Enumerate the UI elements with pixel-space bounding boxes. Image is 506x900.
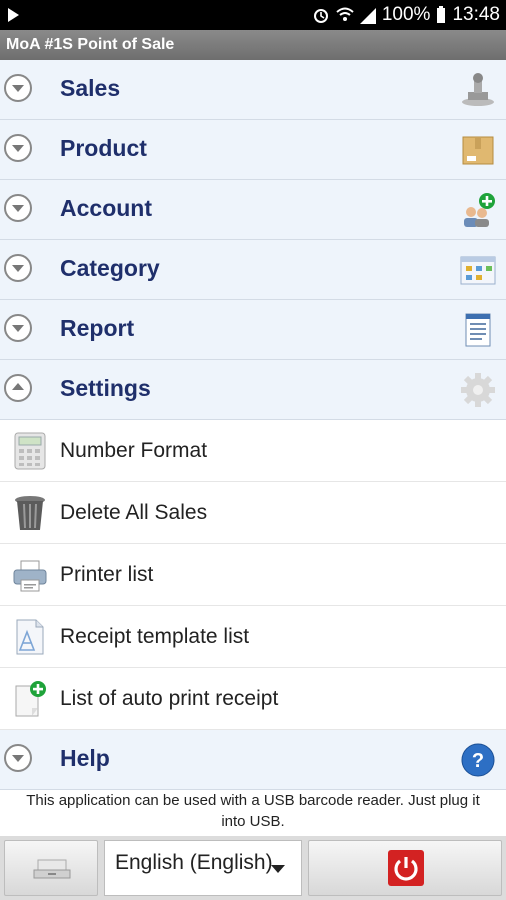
status-bar: 100% 13:48	[0, 0, 506, 30]
clock: 13:48	[452, 4, 500, 25]
users-add-icon	[464, 193, 495, 227]
app-title: MoA #1S Point of Sale	[6, 36, 175, 53]
dropdown-arrow-icon	[271, 865, 285, 873]
section-label: Product	[60, 135, 147, 161]
section-help[interactable]: Help ?	[0, 730, 506, 790]
settings-item-printer-list[interactable]: Printer list	[0, 544, 506, 606]
section-label: Settings	[60, 375, 151, 401]
cash-drawer-icon	[33, 859, 71, 879]
section-label: Category	[60, 255, 160, 281]
stamp-icon	[462, 73, 494, 106]
cash-drawer-button[interactable]	[4, 840, 98, 896]
calculator-icon	[14, 432, 46, 470]
bottom-toolbar: English (English)	[0, 836, 506, 900]
category-grid-icon	[460, 256, 496, 285]
exit-power-button[interactable]	[308, 840, 502, 896]
language-select[interactable]: English (English)	[104, 840, 302, 896]
help-icon: ?	[461, 743, 495, 777]
section-label: Account	[60, 195, 152, 221]
section-label: Help	[60, 745, 110, 771]
section-label: Report	[60, 315, 135, 341]
receipt-template-icon	[16, 619, 44, 655]
settings-item-number-format[interactable]: Number Format	[0, 420, 506, 482]
usb-info-text: This application can be used with a USB …	[26, 792, 480, 830]
section-label: Sales	[60, 75, 121, 101]
section-product[interactable]: Product	[0, 120, 506, 180]
power-icon	[388, 850, 424, 886]
expand-chevron-icon	[4, 134, 32, 162]
section-sales[interactable]: Sales	[0, 60, 506, 120]
settings-item-auto-print-receipt[interactable]: List of auto print receipt	[0, 668, 506, 730]
settings-item-label: Printer list	[60, 563, 154, 586]
section-account[interactable]: Account	[0, 180, 506, 240]
expand-chevron-icon	[4, 744, 32, 772]
battery-icon	[437, 6, 446, 23]
section-category[interactable]: Category	[0, 240, 506, 300]
section-report[interactable]: Report	[0, 300, 506, 360]
section-settings[interactable]: Settings	[0, 360, 506, 420]
battery-percent: 100%	[381, 4, 431, 25]
trash-icon	[15, 496, 45, 530]
box-icon	[462, 136, 494, 165]
settings-item-delete-all-sales[interactable]: Delete All Sales	[0, 482, 506, 544]
expand-chevron-icon	[4, 74, 32, 102]
app-title-bar: MoA #1S Point of Sale	[0, 30, 506, 60]
signal-icon	[359, 8, 376, 24]
document-icon	[465, 313, 491, 347]
collapse-chevron-icon	[4, 374, 32, 402]
printer-icon	[13, 560, 47, 592]
gear-icon	[461, 373, 495, 407]
play-store-icon	[8, 8, 19, 22]
auto-print-icon	[15, 681, 46, 717]
settings-item-label: Number Format	[60, 439, 208, 462]
settings-item-label: List of auto print receipt	[60, 687, 279, 710]
expand-chevron-icon	[4, 194, 32, 222]
expand-chevron-icon	[4, 314, 32, 342]
settings-item-receipt-template-list[interactable]: Receipt template list	[0, 606, 506, 668]
svg-text:?: ?	[472, 750, 484, 772]
wifi-icon	[336, 7, 354, 21]
settings-item-label: Delete All Sales	[60, 501, 208, 524]
language-select-value: English (English)	[115, 851, 273, 874]
expand-chevron-icon	[4, 254, 32, 282]
alarm-icon	[313, 9, 328, 23]
settings-item-label: Receipt template list	[60, 625, 250, 648]
